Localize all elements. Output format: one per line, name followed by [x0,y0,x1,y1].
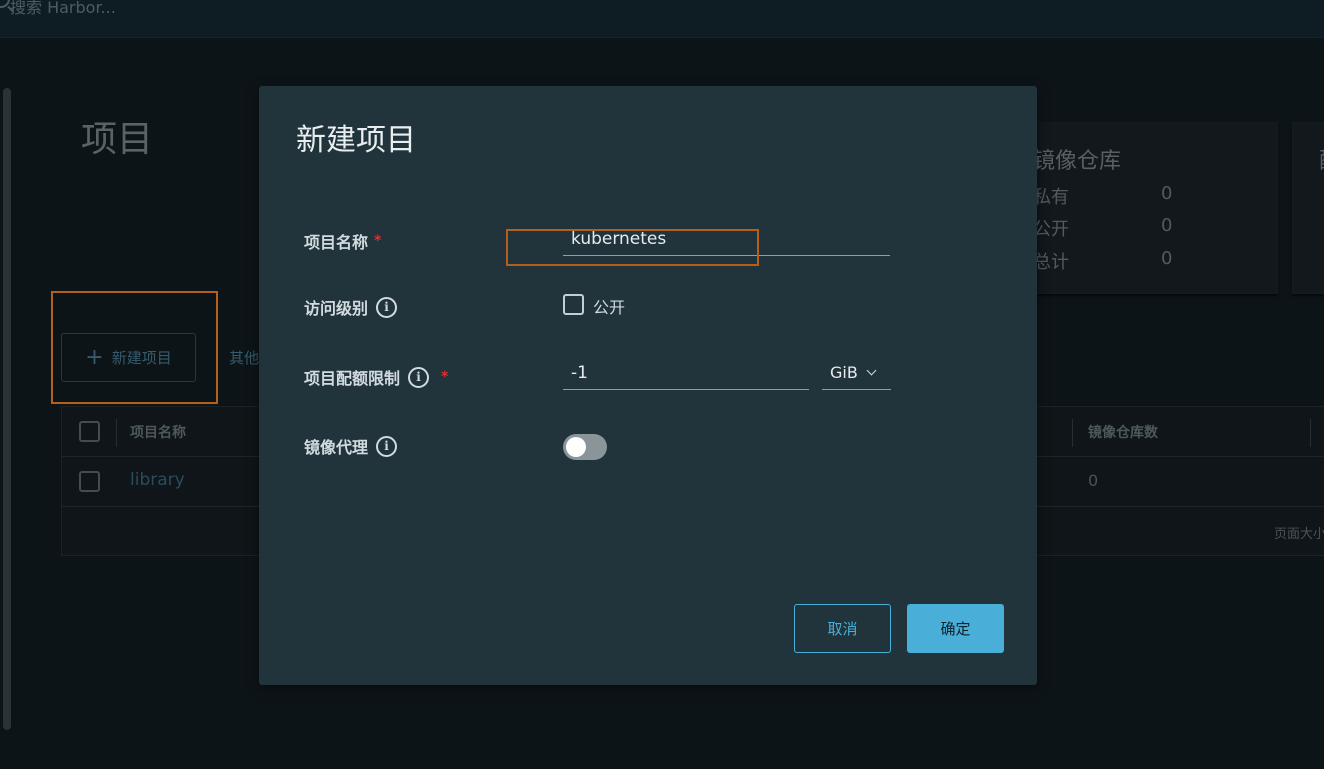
info-icon[interactable]: i [376,435,398,457]
repo-count: 0 [1088,471,1099,490]
access-level-label: 访问级别 i [304,295,398,319]
search-input[interactable]: 搜索 Harbor... [10,0,116,18]
quota-unit-value: GiB [830,363,858,382]
stats-row-value: 0 [1161,215,1173,236]
project-name-label-text: 项目名称 [304,233,369,252]
highlight-box-project-name [506,229,759,266]
info-icon[interactable]: i [408,366,430,388]
column-separator [1310,419,1311,447]
project-name-label: 项目名称 * [304,229,381,253]
toggle-knob [566,437,586,457]
stats-card2-title: 配 [1319,143,1324,175]
scrollbar[interactable] [3,88,11,730]
column-header-repos[interactable]: 镜像仓库数 [1088,422,1158,442]
top-navbar: 搜索 Harbor... [0,0,1324,38]
proxy-cache-toggle[interactable] [563,434,607,460]
modal-title: 新建项目 [296,123,416,158]
page: 搜索 Harbor... 项目 镜像仓库 私有 0 公开 0 总计 0 配 + … [0,0,1324,769]
required-asterisk: * [374,233,382,249]
page-title: 项目 [81,119,154,160]
required-asterisk: * [441,369,449,385]
stats-row-value: 0 [1161,248,1173,269]
search-icon[interactable] [0,0,10,8]
public-checkbox[interactable] [563,294,584,315]
stats-row-label: 总计 [1033,252,1069,273]
cancel-button[interactable]: 取消 [794,604,891,653]
highlight-box-new-project [51,291,218,404]
other-action-link[interactable]: 其他 [229,347,259,368]
quota-input[interactable] [563,356,809,390]
proxy-cache-label: 镜像代理 i [304,434,398,458]
info-icon[interactable]: i [376,296,398,318]
stats-row-public: 公开 0 [1033,215,1172,241]
confirm-button[interactable]: 确定 [907,604,1004,653]
column-separator [1072,419,1073,447]
quota-label: 项目配额限制 i * [304,365,448,389]
new-project-modal: 新建项目 项目名称 * 访问级别 i 公开 项目配额限制 i * GiB 镜像代… [259,86,1037,685]
column-separator [116,419,117,447]
column-header-name[interactable]: 项目名称 [130,422,186,442]
stats-row-value: 0 [1161,183,1173,204]
stats-row-label: 私有 [1033,187,1069,208]
row-checkbox[interactable] [79,471,100,492]
stats-row-total: 总计 0 [1033,248,1172,274]
quota-label-text: 项目配额限制 [304,369,401,388]
stats-card-title: 镜像仓库 [1033,149,1122,174]
chevron-down-icon [866,365,877,376]
stats-row-private: 私有 0 [1033,183,1172,209]
project-name-link[interactable]: library [130,470,185,490]
public-checkbox-label[interactable]: 公开 [593,294,625,318]
proxy-cache-label-text: 镜像代理 [304,438,369,457]
quota-unit-select[interactable]: GiB [822,356,891,390]
page-size-label: 页面大小 [1274,527,1324,542]
select-all-checkbox[interactable] [79,421,100,442]
quota-stats-card: 配 [1292,122,1324,294]
access-level-label-text: 访问级别 [304,299,369,318]
stats-row-label: 公开 [1033,219,1069,240]
